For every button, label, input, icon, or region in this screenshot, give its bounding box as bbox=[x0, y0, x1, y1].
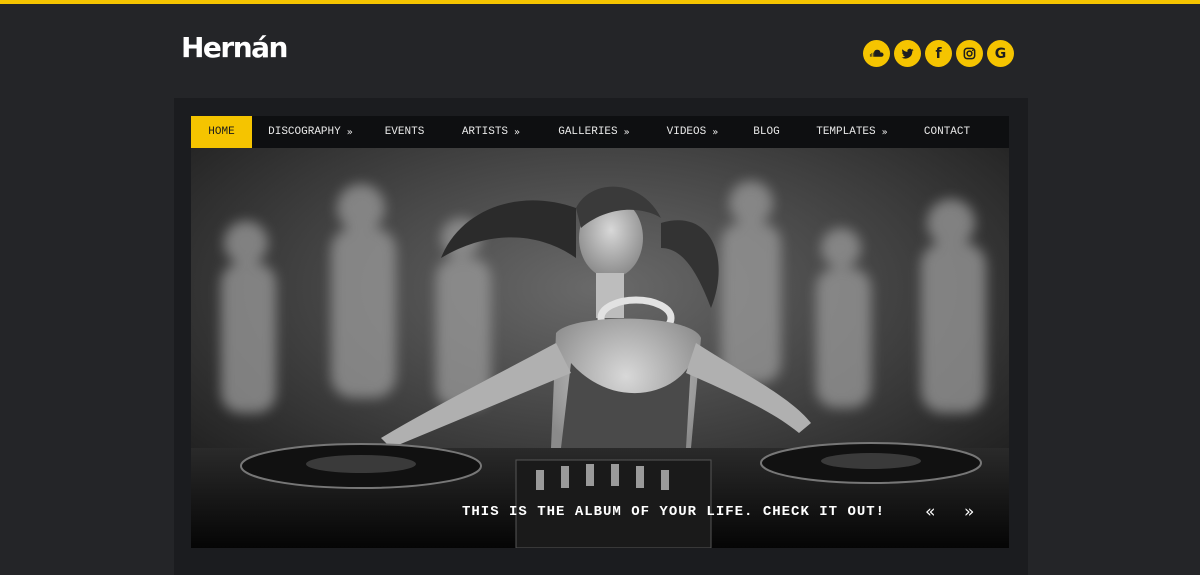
submenu-arrow-icon: » bbox=[623, 126, 630, 138]
slider-prev-arrow-icon[interactable]: « bbox=[925, 502, 935, 522]
nav-item-label: ARTISTS bbox=[461, 126, 509, 138]
hero-slider[interactable] bbox=[191, 148, 1009, 548]
soundcloud-icon[interactable] bbox=[863, 40, 890, 67]
nav-item-home[interactable]: HOME bbox=[191, 116, 252, 148]
nav-item-artists[interactable]: ARTISTS » bbox=[440, 116, 542, 148]
nav-item-label: BLOG bbox=[753, 126, 780, 138]
slider-next-arrow-icon[interactable]: » bbox=[964, 502, 974, 522]
nav-item-blog[interactable]: BLOG bbox=[739, 116, 794, 148]
submenu-arrow-icon: » bbox=[881, 126, 888, 138]
nav-item-videos[interactable]: VIDEOS » bbox=[646, 116, 739, 148]
nav-item-label: CONTACT bbox=[923, 126, 971, 138]
google-icon[interactable]: G bbox=[987, 40, 1014, 67]
nav-item-label: TEMPLATES bbox=[816, 126, 876, 138]
submenu-arrow-icon: » bbox=[712, 126, 719, 138]
nav-item-discography[interactable]: DISCOGRAPHY » bbox=[252, 116, 369, 148]
main-navigation: HOME DISCOGRAPHY » EVENTS ARTISTS » GALLER… bbox=[191, 116, 1009, 148]
slide-caption[interactable]: THIS IS THE ALBUM OF YOUR LIFE. CHECK IT… bbox=[462, 504, 885, 520]
site-logo[interactable]: Hernán bbox=[181, 30, 289, 66]
social-links: f G bbox=[863, 40, 1014, 67]
submenu-arrow-icon: » bbox=[514, 126, 521, 138]
submenu-arrow-icon: » bbox=[346, 126, 353, 138]
nav-item-label: DISCOGRAPHY bbox=[268, 126, 341, 138]
nav-item-label: VIDEOS bbox=[666, 126, 707, 138]
nav-item-events[interactable]: EVENTS bbox=[369, 116, 440, 148]
twitter-icon[interactable] bbox=[894, 40, 921, 67]
instagram-icon[interactable] bbox=[956, 40, 983, 67]
nav-item-label: EVENTS bbox=[384, 126, 425, 138]
facebook-icon[interactable]: f bbox=[925, 40, 952, 67]
nav-item-label: GALLERIES bbox=[558, 126, 618, 138]
nav-item-templates[interactable]: TEMPLATES » bbox=[794, 116, 910, 148]
nav-item-contact[interactable]: CONTACT bbox=[910, 116, 984, 148]
nav-item-galleries[interactable]: GALLERIES » bbox=[542, 116, 646, 148]
top-accent-bar bbox=[0, 0, 1200, 4]
nav-item-label: HOME bbox=[208, 126, 235, 138]
hero-dj-image bbox=[191, 148, 1009, 548]
